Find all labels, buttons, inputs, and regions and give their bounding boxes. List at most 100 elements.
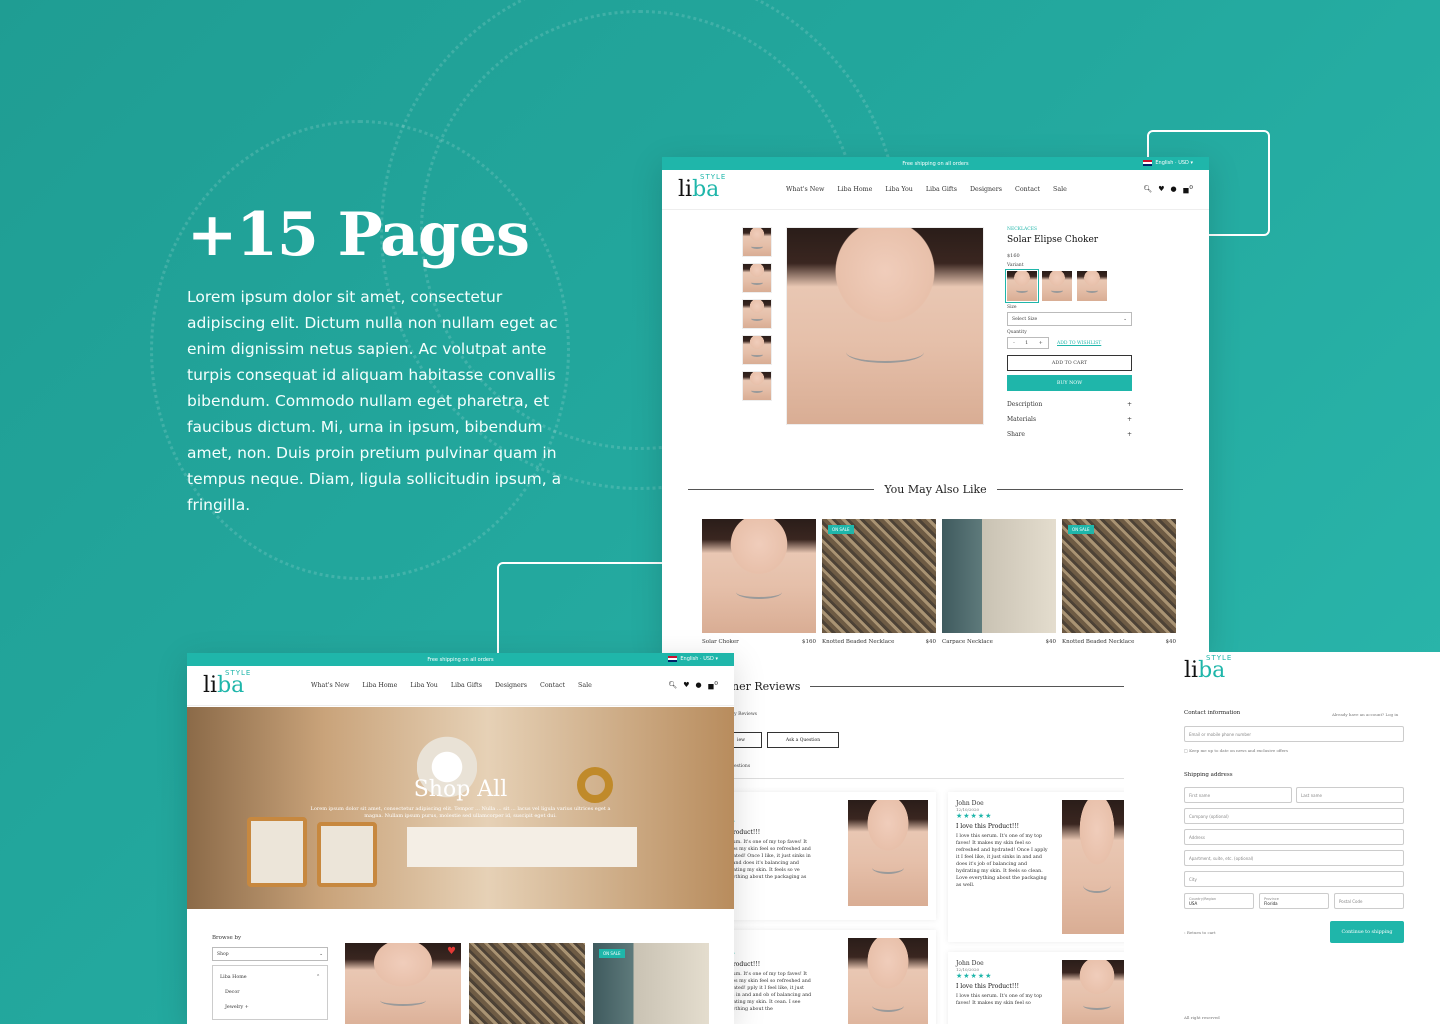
- language-label: English · USD ▾: [680, 656, 718, 662]
- nav-designers[interactable]: Designers: [970, 186, 1002, 193]
- browse-filter: Browse by Shop ⌄ Liba Home ⌃ Decor Jewelry…: [212, 935, 328, 1020]
- nav-liba-gifts[interactable]: Liba Gifts: [926, 186, 957, 193]
- nav-liba-home[interactable]: Liba Home: [837, 186, 872, 193]
- accordion-materials[interactable]: Materials +: [1007, 412, 1132, 427]
- ask-question-button[interactable]: Ask a Question: [767, 732, 839, 748]
- first-name-field[interactable]: First name: [1184, 787, 1292, 803]
- logo[interactable]: liba STYLE: [203, 669, 251, 698]
- browse-list: Liba Home ⌃ Decor Jewelry +: [212, 965, 328, 1020]
- size-select[interactable]: Select Size ⌄: [1007, 312, 1132, 326]
- product-thumbnail[interactable]: [742, 227, 772, 257]
- nav-liba-home[interactable]: Liba Home: [362, 682, 397, 689]
- review-image[interactable]: [1062, 800, 1132, 934]
- quantity-stepper[interactable]: - 1 +: [1007, 337, 1049, 349]
- province-select[interactable]: Province Florida: [1259, 893, 1329, 909]
- accordion-description[interactable]: Description +: [1007, 397, 1132, 412]
- product-card-name[interactable]: Carpace Necklace: [942, 639, 993, 645]
- apartment-field[interactable]: Apartment, suite, etc. (optional): [1184, 850, 1404, 866]
- nav-sale[interactable]: Sale: [578, 682, 592, 689]
- product-thumbnail[interactable]: [742, 299, 772, 329]
- reviews-heading: ner Reviews: [700, 680, 1140, 693]
- browse-select[interactable]: Shop ⌄: [212, 947, 328, 961]
- user-icon[interactable]: ●: [696, 681, 702, 690]
- user-icon[interactable]: ●: [1171, 185, 1177, 194]
- email-field[interactable]: Email or mobile phone number: [1184, 726, 1404, 742]
- product-card[interactable]: ON SALE: [593, 943, 709, 1024]
- nav-whats-new[interactable]: What's New: [786, 186, 824, 193]
- variant-swatch[interactable]: [1005, 269, 1039, 303]
- product-card[interactable]: Solar Choker $160: [702, 519, 816, 645]
- review-image[interactable]: [1062, 960, 1132, 1024]
- nav-sale[interactable]: Sale: [1053, 186, 1067, 193]
- product-thumbnail[interactable]: [742, 371, 772, 401]
- decorative-frame: [497, 562, 677, 662]
- minus-icon[interactable]: -: [1013, 340, 1015, 346]
- postal-code-field[interactable]: Postal Code: [1334, 893, 1404, 909]
- questions-tab[interactable]: estions: [734, 764, 750, 769]
- last-name-field[interactable]: Last name: [1296, 787, 1404, 803]
- product-card-name[interactable]: Knotted Beaded Necklace: [1062, 639, 1134, 645]
- browse-item[interactable]: Decor: [217, 985, 323, 1000]
- logo[interactable]: liba STYLE: [1184, 654, 1232, 683]
- return-to-cart-link[interactable]: ‹ Return to cart: [1184, 930, 1216, 935]
- heart-icon[interactable]: ♥: [447, 947, 457, 957]
- product-category[interactable]: NECKLACES: [1007, 227, 1132, 232]
- search-icon[interactable]: 🔍︎: [668, 681, 677, 690]
- nav-liba-you[interactable]: Liba You: [410, 682, 437, 689]
- size-label: Size: [1007, 305, 1017, 310]
- product-card[interactable]: [469, 943, 585, 1024]
- nav-designers[interactable]: Designers: [495, 682, 527, 689]
- product-card-image[interactable]: ON SALE: [822, 519, 936, 633]
- add-to-wishlist-link[interactable]: ADD TO WISHLIST: [1057, 341, 1101, 346]
- login-link[interactable]: Already have an account? Log in: [1332, 712, 1398, 717]
- review-image[interactable]: [848, 800, 928, 906]
- divider: [996, 489, 1184, 490]
- chair-shape: [247, 817, 307, 887]
- product-card[interactable]: ON SALE Knotted Beaded Necklace $40: [822, 519, 936, 645]
- nav-liba-gifts[interactable]: Liba Gifts: [451, 682, 482, 689]
- browse-item[interactable]: Jewelry +: [217, 1000, 323, 1015]
- search-icon[interactable]: 🔍︎: [1143, 185, 1152, 194]
- nav-contact[interactable]: Contact: [540, 682, 565, 689]
- bag-icon[interactable]: ■0: [1183, 185, 1193, 194]
- continue-to-shipping-button[interactable]: Continue to shipping: [1330, 921, 1404, 943]
- browse-item[interactable]: Liba Home ⌃: [217, 970, 323, 985]
- product-card-name[interactable]: Knotted Beaded Necklace: [822, 639, 894, 645]
- review-image[interactable]: [848, 938, 928, 1024]
- newsletter-checkbox[interactable]: □ Keep me up to date on news and exclusi…: [1184, 748, 1288, 753]
- country-select[interactable]: Country/Region USA: [1184, 893, 1254, 909]
- product-thumbnail[interactable]: [742, 335, 772, 365]
- product-card[interactable]: Carpace Necklace $40: [942, 519, 1056, 645]
- city-field[interactable]: City: [1184, 871, 1404, 887]
- language-selector[interactable]: English · USD ▾: [668, 656, 718, 662]
- language-selector[interactable]: English · USD ▾: [1143, 160, 1193, 166]
- product-card[interactable]: ON SALE Knotted Beaded Necklace $40: [1062, 519, 1176, 645]
- buy-now-button[interactable]: BUY NOW: [1007, 375, 1132, 391]
- product-thumbnail[interactable]: [742, 263, 772, 293]
- address-field[interactable]: Address: [1184, 829, 1404, 845]
- product-card-name[interactable]: Solar Choker: [702, 639, 739, 645]
- nav-liba-you[interactable]: Liba You: [885, 186, 912, 193]
- product-card-image[interactable]: [702, 519, 816, 633]
- nav-contact[interactable]: Contact: [1015, 186, 1040, 193]
- hero-overlay: Shop All Lorem ipsum dolor sit amet, con…: [187, 777, 734, 820]
- product-card[interactable]: ♥: [345, 943, 461, 1024]
- page-title: +15 Pages: [187, 200, 530, 270]
- company-field[interactable]: Company (optional): [1184, 808, 1404, 824]
- heart-icon[interactable]: ♥: [1158, 185, 1164, 194]
- product-main-image[interactable]: [786, 227, 984, 425]
- accordion-share[interactable]: Share +: [1007, 427, 1132, 442]
- review-card: e 0 ★★ is Product!!! l serum. It's one o…: [714, 930, 936, 1024]
- heart-icon[interactable]: ♥: [683, 681, 689, 690]
- variant-swatch[interactable]: [1042, 271, 1072, 301]
- last-name-placeholder: Last name: [1301, 792, 1322, 798]
- add-to-cart-button[interactable]: ADD TO CART: [1007, 355, 1132, 371]
- product-card-image[interactable]: [942, 519, 1056, 633]
- first-name-placeholder: First name: [1189, 792, 1211, 798]
- variant-swatch[interactable]: [1077, 271, 1107, 301]
- logo[interactable]: liba STYLE: [678, 173, 726, 202]
- plus-icon[interactable]: +: [1039, 340, 1043, 346]
- nav-whats-new[interactable]: What's New: [311, 682, 349, 689]
- bag-icon[interactable]: ■0: [708, 681, 718, 690]
- product-card-image[interactable]: ON SALE: [1062, 519, 1176, 633]
